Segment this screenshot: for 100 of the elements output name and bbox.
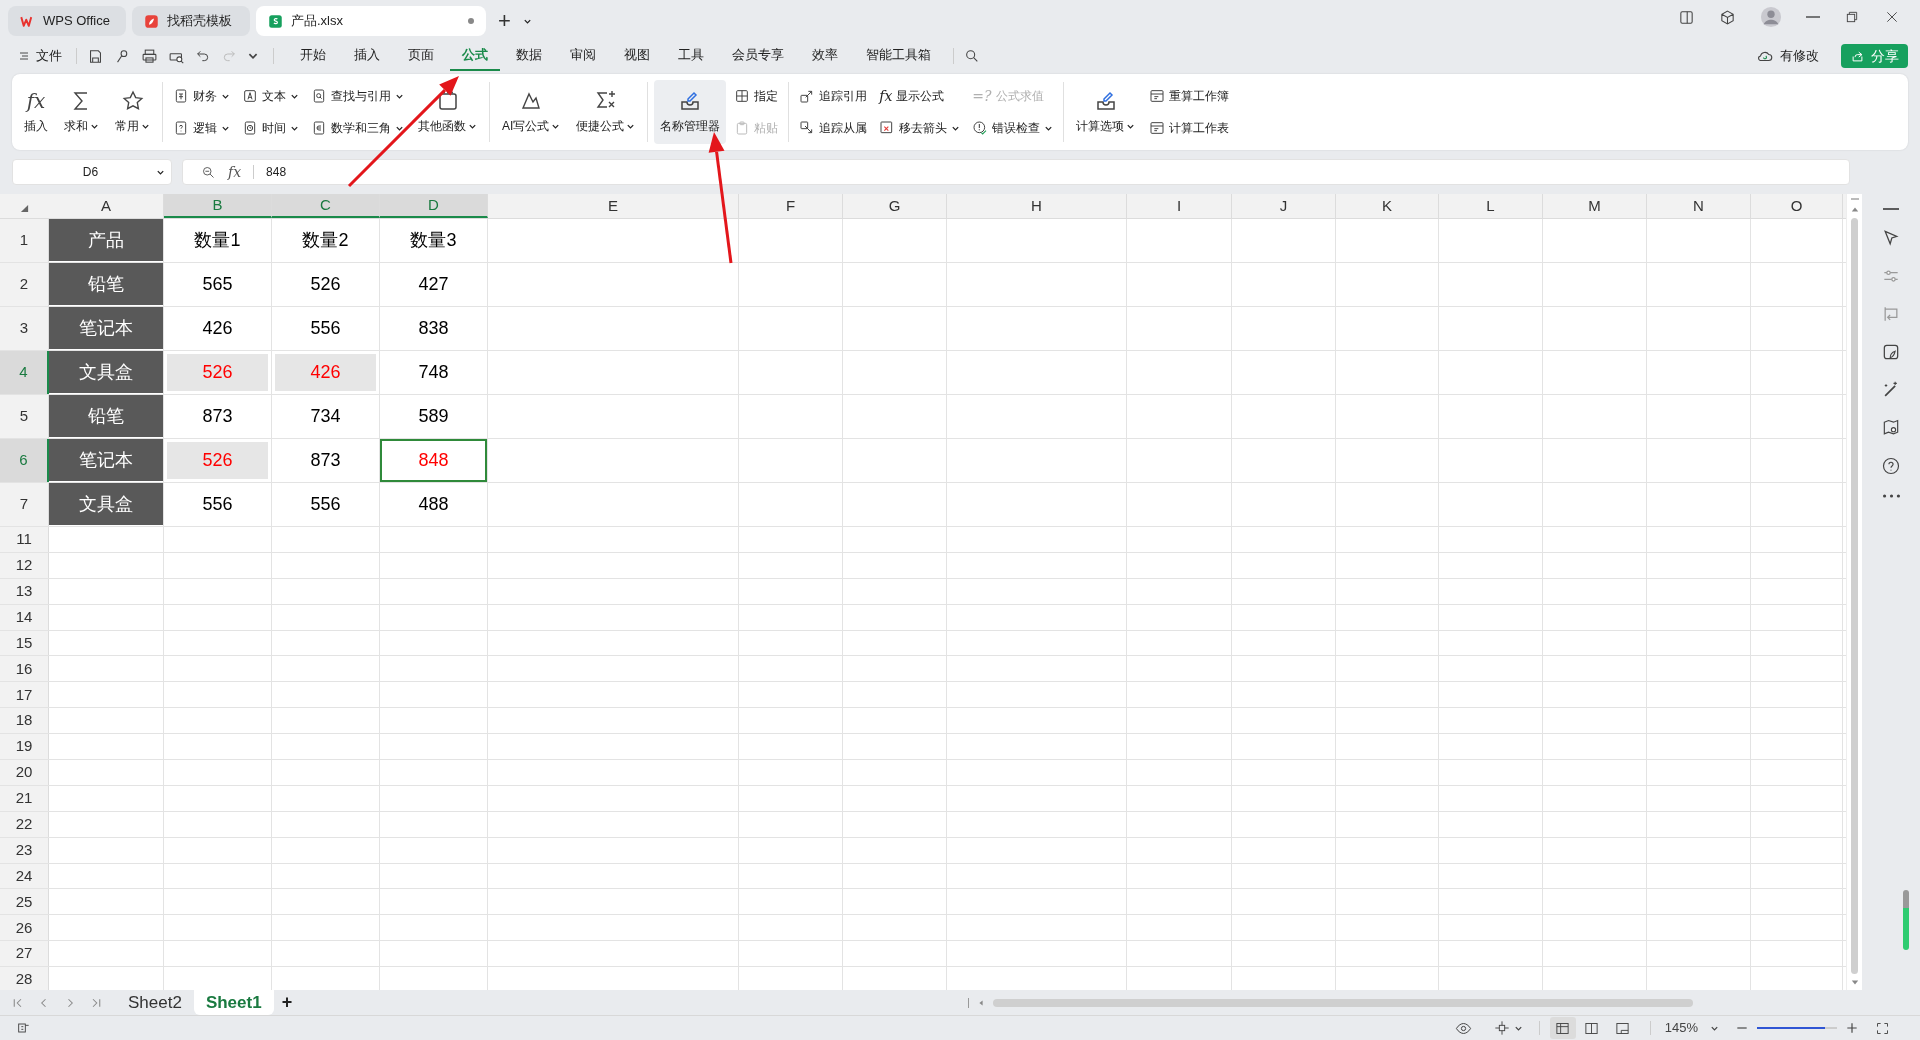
table-cell[interactable]: 488	[380, 483, 487, 526]
table-cell[interactable]: 427	[380, 263, 487, 306]
row-header[interactable]: 1	[0, 219, 49, 262]
table-cell[interactable]: 838	[380, 307, 487, 350]
ribbon-button[interactable]: 名称管理器	[654, 80, 727, 144]
ribbon-button[interactable]: 追踪从属	[795, 116, 872, 140]
title-tab[interactable]: 找稻壳模板	[132, 6, 250, 36]
table-cell[interactable]: 数量1	[164, 219, 271, 262]
table-cell[interactable]: 556	[272, 483, 379, 526]
ribbon-button[interactable]: fx 插入	[18, 80, 54, 144]
ribbon-button[interactable]: fx 显示公式	[875, 84, 965, 108]
row-header[interactable]: 7	[0, 483, 49, 526]
add-sheet-button[interactable]: +	[273, 989, 301, 1016]
table-cell[interactable]: 笔记本	[49, 307, 163, 350]
column-header[interactable]: H	[947, 194, 1127, 218]
menu-tab[interactable]: 公式	[450, 41, 500, 71]
row-header[interactable]: 13	[0, 578, 49, 604]
row-header[interactable]: 19	[0, 734, 49, 759]
table-cell[interactable]: 873	[272, 439, 379, 482]
row-header[interactable]: 21	[0, 785, 49, 811]
row-header[interactable]: 14	[0, 604, 49, 630]
table-cell[interactable]: 565	[164, 263, 271, 306]
menu-tab[interactable]: 会员专享	[720, 41, 796, 71]
menu-tab[interactable]: 插入	[342, 41, 392, 71]
column-header[interactable]: D	[380, 194, 488, 218]
menu-tab[interactable]: 工具	[666, 41, 716, 71]
ribbon-button[interactable]: 指定	[730, 84, 783, 108]
row-header[interactable]: 12	[0, 552, 49, 578]
row-header[interactable]: 5	[0, 395, 49, 438]
sheet-tab[interactable]: Sheet2	[116, 990, 194, 1015]
ribbon-button[interactable]: 求和	[58, 80, 105, 144]
ribbon-button[interactable]: 错误检查	[968, 116, 1058, 140]
table-cell[interactable]: 556	[272, 307, 379, 350]
ribbon-button[interactable]: 文本	[238, 84, 303, 108]
ribbon-button[interactable]: AI写公式	[496, 80, 567, 144]
row-header[interactable]: 4	[0, 351, 49, 394]
normal-view-button[interactable]	[1549, 1017, 1576, 1039]
ribbon-button[interactable]: 常用	[109, 80, 156, 144]
column-header[interactable]: F	[739, 194, 843, 218]
row-header[interactable]: 6	[0, 439, 49, 482]
table-cell[interactable]: 873	[164, 395, 271, 438]
ribbon-button[interactable]: 重算工作簿	[1145, 84, 1234, 108]
table-cell[interactable]: 526	[272, 263, 379, 306]
menu-tab[interactable]: 页面	[396, 41, 446, 71]
ribbon-button[interactable]: 财务	[169, 84, 234, 108]
ribbon-button[interactable]: 便捷公式	[570, 80, 642, 144]
menu-tab[interactable]: 效率	[800, 41, 850, 71]
row-header[interactable]: 20	[0, 760, 49, 785]
column-header[interactable]: L	[1439, 194, 1543, 218]
ribbon-button[interactable]: 数学和三角	[307, 116, 408, 140]
table-cell[interactable]: 数量3	[380, 219, 487, 262]
table-cell[interactable]: 产品	[49, 219, 163, 262]
row-header[interactable]: 28	[0, 967, 49, 990]
menu-tab[interactable]: 数据	[504, 41, 554, 71]
zoom-level[interactable]: 145%	[1664, 1018, 1698, 1038]
row-header[interactable]: 18	[0, 708, 49, 734]
table-cell[interactable]: 笔记本	[49, 439, 163, 482]
menu-tab[interactable]: 审阅	[558, 41, 608, 71]
row-header[interactable]: 15	[0, 630, 49, 656]
changes-status-button[interactable]: 有修改	[1756, 46, 1819, 66]
row-header[interactable]: 26	[0, 915, 49, 941]
column-header[interactable]: I	[1127, 194, 1232, 218]
table-cell[interactable]: 848	[380, 439, 487, 482]
ribbon-button[interactable]: 查找与引用	[307, 84, 408, 108]
column-header[interactable]: C	[272, 194, 380, 218]
row-header[interactable]: 24	[0, 863, 49, 889]
ribbon-button[interactable]: 计算工作表	[1145, 116, 1234, 140]
row-header[interactable]: 25	[0, 889, 49, 915]
file-menu-button[interactable]: 文件	[14, 46, 66, 66]
name-box[interactable]: D6	[12, 159, 172, 185]
column-header[interactable]: K	[1336, 194, 1439, 218]
ribbon-button[interactable]: 计算选项	[1070, 80, 1142, 144]
new-tab-button[interactable]: +	[492, 6, 517, 36]
row-header[interactable]: 11	[0, 527, 49, 552]
row-header[interactable]: 2	[0, 263, 49, 306]
ribbon-button[interactable]: 移去箭头	[875, 116, 965, 140]
table-cell[interactable]: 铅笔	[49, 263, 163, 306]
table-cell[interactable]: 铅笔	[49, 395, 163, 438]
table-cell[interactable]: 文具盒	[49, 351, 163, 394]
ribbon-button[interactable]: 逻辑	[169, 116, 234, 140]
menu-tab[interactable]: 智能工具箱	[854, 41, 943, 71]
column-header[interactable]: M	[1543, 194, 1647, 218]
title-tab[interactable]: 产品.xlsx	[256, 6, 486, 36]
sheet-tab[interactable]: Sheet1	[193, 990, 274, 1015]
menu-tab[interactable]: 视图	[612, 41, 662, 71]
column-header[interactable]: N	[1647, 194, 1751, 218]
table-cell[interactable]: 734	[272, 395, 379, 438]
row-header[interactable]: 23	[0, 837, 49, 863]
horizontal-scrollbar[interactable]	[993, 998, 1694, 1007]
row-header[interactable]: 27	[0, 941, 49, 967]
ribbon-button[interactable]: 追踪引用	[795, 84, 872, 108]
column-header[interactable]: J	[1232, 194, 1336, 218]
ribbon-button[interactable]: 时间	[238, 116, 303, 140]
table-cell[interactable]: 556	[164, 483, 271, 526]
table-cell[interactable]: 数量2	[272, 219, 379, 262]
column-header[interactable]: E	[488, 194, 739, 218]
column-header[interactable]: G	[843, 194, 947, 218]
column-header[interactable]: O	[1751, 194, 1843, 218]
formula-field[interactable]: fx 848	[182, 159, 1850, 185]
row-header[interactable]: 17	[0, 682, 49, 708]
